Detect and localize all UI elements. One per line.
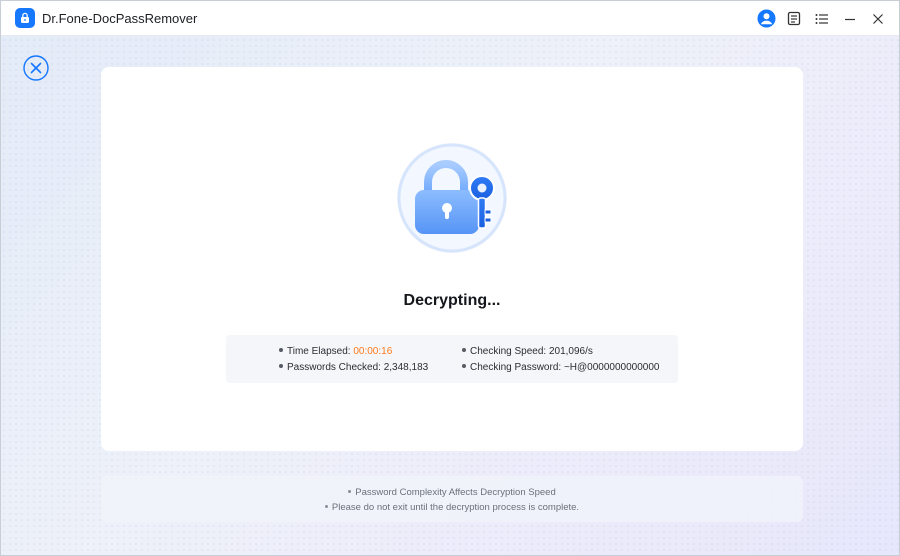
user-icon xyxy=(757,9,775,28)
decryption-stats-panel: Time Elapsed: 00:00:16 Checking Speed: 2… xyxy=(226,335,678,383)
note-complexity: Password Complexity Affects Decryption S… xyxy=(355,487,556,498)
bullet-dot xyxy=(462,364,466,369)
checking-speed-value: 201,096/s xyxy=(548,346,593,357)
note-item: Please do not exit until the decryption … xyxy=(101,502,803,513)
feedback-icon xyxy=(787,11,801,26)
title-bar: Dr.Fone-DocPassRemover xyxy=(1,1,899,36)
passwords-checked-label: Passwords Checked: xyxy=(287,362,381,373)
checking-speed-label: Checking Speed: xyxy=(470,346,547,357)
account-button[interactable] xyxy=(755,8,777,30)
passwords-checked-stat: Passwords Checked: 2,348,183 xyxy=(279,362,428,373)
feedback-button[interactable] xyxy=(783,8,805,30)
bullet-dot xyxy=(348,489,352,493)
bullet-dot xyxy=(279,364,283,369)
notes-panel: Password Complexity Affects Decryption S… xyxy=(101,476,803,522)
app-window: Dr.Fone-DocPassRemover Decrypting... Tim… xyxy=(0,0,900,556)
note-do-not-exit: Please do not exit until the decryption … xyxy=(331,502,580,513)
checking-password-value: ~H@0000000000000 xyxy=(563,362,660,373)
lock-key-illustration xyxy=(396,142,508,254)
bullet-dot xyxy=(279,348,283,353)
close-window-button[interactable] xyxy=(867,8,889,30)
app-logo-icon xyxy=(15,8,35,28)
menu-icon xyxy=(815,13,828,24)
note-item: Password Complexity Affects Decryption S… xyxy=(101,487,803,498)
time-elapsed-stat: Time Elapsed: 00:00:16 xyxy=(279,346,392,357)
lock-key-icon xyxy=(397,143,507,253)
time-elapsed-value: 00:00:16 xyxy=(353,346,393,357)
cancel-decryption-button[interactable] xyxy=(23,55,49,81)
close-icon xyxy=(873,13,883,24)
time-elapsed-label: Time Elapsed: xyxy=(287,346,351,357)
bullet-dot xyxy=(462,348,466,353)
minimize-icon xyxy=(845,18,855,20)
decrypting-card: Decrypting... Time Elapsed: 00:00:16 Che… xyxy=(101,67,803,451)
app-title: Dr.Fone-DocPassRemover xyxy=(42,10,198,26)
checking-speed-stat: Checking Speed: 201,096/s xyxy=(462,346,593,357)
decrypting-heading: Decrypting... xyxy=(403,292,501,309)
checking-password-label: Checking Password: xyxy=(470,362,562,373)
passwords-checked-value: 2,348,183 xyxy=(383,362,429,373)
bullet-dot xyxy=(324,504,328,508)
close-circle-icon xyxy=(23,55,49,81)
window-controls xyxy=(755,1,889,36)
menu-button[interactable] xyxy=(811,8,833,30)
checking-password-stat: Checking Password: ~H@0000000000000 xyxy=(462,362,659,373)
minimize-button[interactable] xyxy=(839,8,861,30)
